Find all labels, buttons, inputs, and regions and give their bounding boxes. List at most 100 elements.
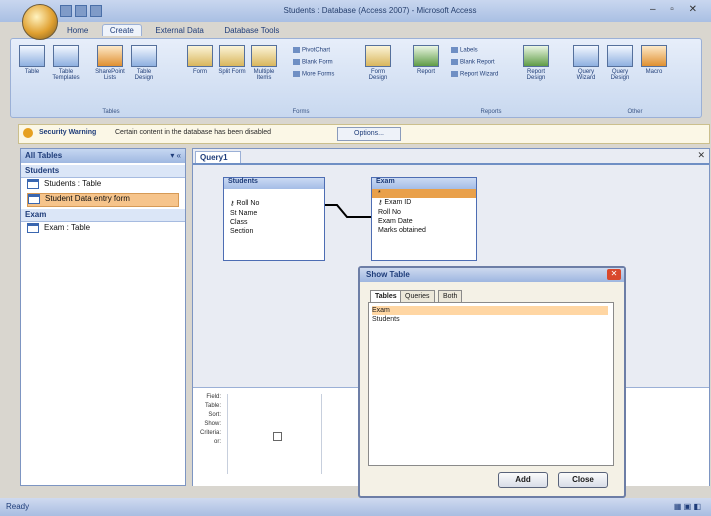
- blank-form-button[interactable]: Blank Form: [293, 59, 333, 66]
- office-button[interactable]: [22, 4, 58, 40]
- table-templates-icon: [53, 45, 79, 67]
- view-icons[interactable]: ▦ ▣ ◧: [674, 502, 701, 511]
- table-templates-button[interactable]: Table Templates: [51, 45, 81, 81]
- blank-report-button[interactable]: Blank Report: [451, 59, 495, 66]
- security-warning-bar: Security Warning Certain content in the …: [18, 124, 710, 144]
- students-field-section[interactable]: Section: [224, 227, 324, 236]
- report-icon: [413, 45, 439, 67]
- table-button[interactable]: Table: [17, 45, 47, 75]
- options-button[interactable]: Options...: [337, 127, 401, 141]
- query-tab-bar: [193, 163, 709, 165]
- grid-column-divider: [321, 394, 322, 474]
- report-design-icon: [523, 45, 549, 67]
- exam-field-exam-id[interactable]: Exam ID: [372, 198, 476, 208]
- macro-icon: [641, 45, 667, 67]
- status-bar: Ready ▦ ▣ ◧: [0, 498, 711, 516]
- nav-item-student-data-entry-form[interactable]: Student Data entry form: [27, 193, 179, 207]
- undo-icon[interactable]: [75, 5, 87, 17]
- nav-item-exam-table[interactable]: Exam : Table: [27, 223, 177, 235]
- dialog-tab-tables[interactable]: Tables: [370, 290, 402, 302]
- labels-button[interactable]: Labels: [451, 47, 478, 54]
- table-design-icon: [131, 45, 157, 67]
- exam-field-roll-no[interactable]: Roll No: [372, 208, 476, 217]
- window-title: Students : Database (Access 2007) - Micr…: [283, 6, 477, 15]
- query-design-icon: [607, 45, 633, 67]
- students-table-title: Students: [224, 178, 324, 189]
- report-wizard-button[interactable]: Report Wizard: [451, 71, 498, 78]
- form-design-button[interactable]: Form Design: [363, 45, 393, 81]
- exam-field-exam-date[interactable]: Exam Date: [372, 217, 476, 226]
- form-icon: [187, 45, 213, 67]
- students-field-class[interactable]: Class: [224, 218, 324, 227]
- group-reports: Reports: [480, 109, 502, 115]
- grid-label-or: or:: [213, 439, 221, 445]
- show-checkbox[interactable]: [273, 432, 282, 441]
- chevron-down-icon[interactable]: ▾ «: [170, 151, 181, 160]
- exam-table-title: Exam: [372, 178, 476, 189]
- status-text: Ready: [6, 502, 30, 511]
- tab-home[interactable]: Home: [60, 25, 95, 36]
- table-design-button[interactable]: Table Design: [129, 45, 159, 81]
- close-icon[interactable]: ✕: [607, 269, 621, 280]
- report-design-button[interactable]: Report Design: [521, 45, 551, 81]
- grid-label-show: Show:: [204, 421, 221, 427]
- close-icon[interactable]: ✕: [697, 150, 705, 161]
- save-icon[interactable]: [60, 5, 72, 17]
- show-table-dialog: Show Table ✕ Tables Queries Both Exam St…: [358, 266, 626, 498]
- sharepoint-icon: [97, 45, 123, 67]
- form-icon: [28, 194, 40, 204]
- tab-database-tools[interactable]: Database Tools: [217, 25, 286, 36]
- students-field-st-name[interactable]: St Name: [224, 209, 324, 218]
- group-forms: Forms: [292, 109, 310, 115]
- nav-group-exam[interactable]: Exam: [21, 209, 185, 222]
- quick-access-toolbar: [60, 5, 120, 17]
- table-list-item-exam[interactable]: Exam: [372, 306, 608, 315]
- table-list-item-students[interactable]: Students: [372, 315, 608, 324]
- table-list: Exam Students: [368, 302, 614, 466]
- query-design-button[interactable]: Query Design: [605, 45, 635, 81]
- ribbon-tabs: Home Create External Data Database Tools: [60, 24, 290, 38]
- grid-column-divider: [227, 394, 228, 474]
- pivotchart-button[interactable]: PivotChart: [293, 47, 330, 54]
- query-wizard-icon: [573, 45, 599, 67]
- relationship-line: [325, 204, 371, 218]
- shield-icon: [23, 128, 33, 138]
- tab-external-data[interactable]: External Data: [148, 25, 210, 36]
- form-design-icon: [365, 45, 391, 67]
- table-icon: [27, 179, 39, 189]
- add-button[interactable]: Add: [498, 472, 548, 488]
- students-table-box[interactable]: Students Roll No St Name Class Section: [223, 177, 325, 261]
- sharepoint-lists-button[interactable]: SharePoint Lists: [95, 45, 125, 81]
- report-button[interactable]: Report: [411, 45, 441, 75]
- table-icon: [27, 223, 39, 233]
- dialog-tab-queries[interactable]: Queries: [400, 290, 435, 302]
- group-other: Other: [627, 109, 643, 115]
- navigation-pane: All Tables ▾ « Students Students : Table…: [20, 148, 186, 486]
- exam-field-all[interactable]: *: [372, 189, 476, 198]
- table-icon: [19, 45, 45, 67]
- form-button[interactable]: Form: [185, 45, 215, 75]
- redo-icon[interactable]: [90, 5, 102, 17]
- security-warning-title: Security Warning: [39, 129, 97, 136]
- multiple-items-button[interactable]: Multiple Items: [249, 45, 279, 81]
- navigation-pane-title: All Tables: [25, 151, 63, 160]
- navigation-pane-header[interactable]: All Tables ▾ «: [21, 149, 185, 163]
- group-tables: Tables: [102, 109, 120, 115]
- dialog-tab-both[interactable]: Both: [438, 290, 463, 302]
- grid-label-criteria: Criteria:: [199, 430, 221, 436]
- exam-field-marks-obtained[interactable]: Marks obtained: [372, 226, 476, 235]
- nav-item-students-table[interactable]: Students : Table: [27, 179, 177, 191]
- split-form-button[interactable]: Split Form: [217, 45, 247, 75]
- query-wizard-button[interactable]: Query Wizard: [571, 45, 601, 81]
- students-field-roll-no[interactable]: Roll No: [224, 199, 324, 209]
- nav-group-students[interactable]: Students: [21, 165, 185, 178]
- macro-button[interactable]: Macro: [639, 45, 669, 75]
- security-warning-message: Certain content in the database has been…: [115, 129, 272, 136]
- tab-create[interactable]: Create: [101, 24, 142, 36]
- window-controls[interactable]: – ▫ ✕: [650, 4, 703, 15]
- close-button[interactable]: Close: [558, 472, 608, 488]
- grid-label-table: Table:: [204, 403, 221, 409]
- more-forms-button[interactable]: More Forms: [293, 71, 334, 78]
- grid-label-sort: Sort:: [208, 412, 221, 418]
- exam-table-box[interactable]: Exam * Exam ID Roll No Exam Date Marks o…: [371, 177, 477, 261]
